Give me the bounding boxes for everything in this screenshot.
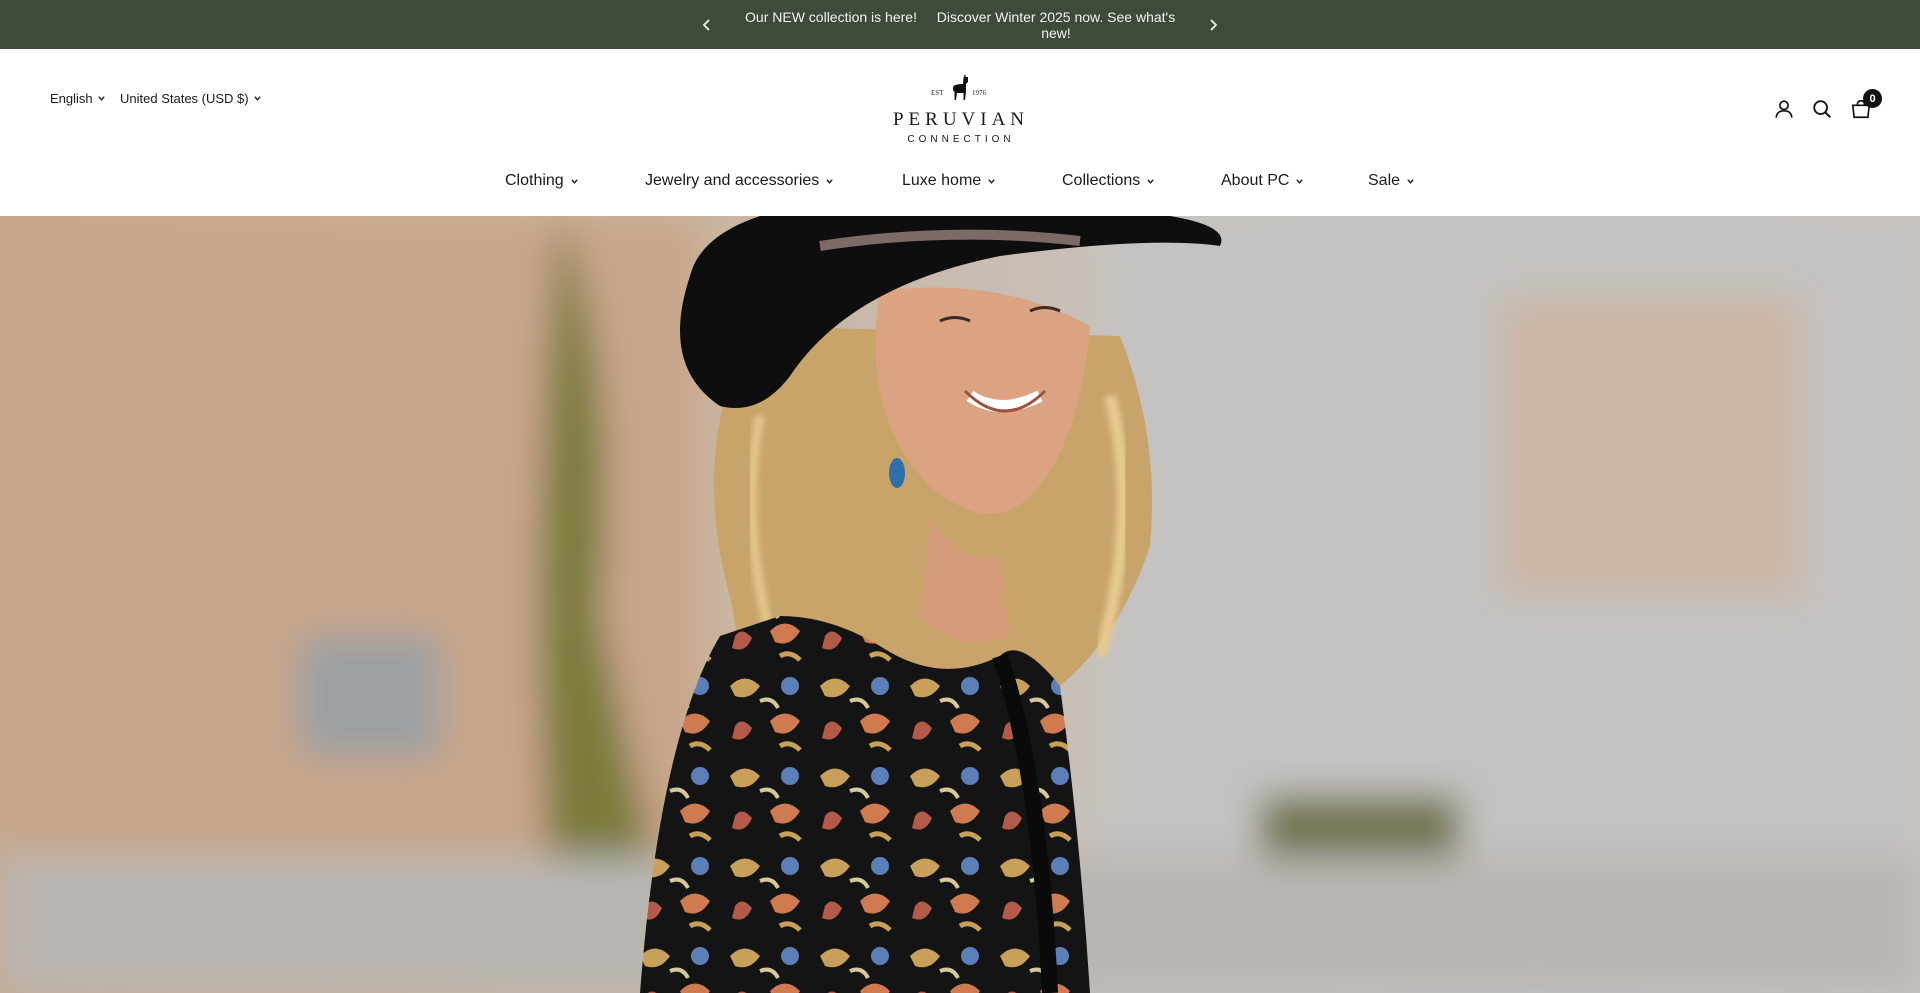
- nav-item-label: About PC: [1221, 172, 1290, 189]
- chevron-down-icon: [1296, 178, 1304, 184]
- announcement-prev-button[interactable]: [694, 12, 720, 38]
- nav-item-label: Sale: [1368, 172, 1401, 189]
- nav-item-sale[interactable]: Sale: [1368, 172, 1415, 190]
- search-icon: [1813, 100, 1831, 118]
- nav-item-label: Clothing: [505, 172, 564, 189]
- nav-item-about-pc[interactable]: About PC: [1221, 172, 1304, 190]
- chevron-left-icon: [702, 19, 710, 31]
- hero-banner[interactable]: [0, 216, 1920, 993]
- chevron-down-icon: [97, 96, 105, 101]
- hero-image: [0, 216, 1920, 993]
- announcement-next-button[interactable]: [1200, 12, 1226, 38]
- account-button[interactable]: [1771, 96, 1797, 122]
- nav-item-label: Luxe home: [902, 172, 982, 189]
- nav-item-label: Collections: [1062, 172, 1141, 189]
- logo-year-label: 1976: [972, 89, 986, 97]
- chevron-down-icon: [570, 178, 578, 184]
- chevron-down-icon: [1407, 178, 1414, 184]
- chevron-down-icon: [988, 178, 995, 184]
- logo-brand-sub: CONNECTION: [907, 134, 1015, 145]
- chevron-down-icon: [1147, 178, 1154, 184]
- announcement-message-1[interactable]: Our NEW collection is here!: [736, 9, 926, 25]
- brand-logo[interactable]: EST 1976 PERUVIAN CONNECTION: [876, 73, 1046, 148]
- chevron-right-icon: [1210, 19, 1218, 31]
- currency-selector[interactable]: United States (USD $): [120, 91, 262, 106]
- cart-count-badge: 0: [1863, 89, 1882, 108]
- announcement-bar: Our NEW collection is here! Discover Win…: [0, 0, 1920, 49]
- nav-item-label: Jewelry and accessories: [645, 172, 820, 189]
- language-label: English: [50, 91, 93, 106]
- nav-item-collections[interactable]: Collections: [1062, 172, 1155, 190]
- announcement-message-2[interactable]: Discover Winter 2025 now. See what's new…: [926, 9, 1186, 41]
- logo-est-label: EST: [931, 89, 944, 97]
- nav-item-jewelry-and-accessories[interactable]: Jewelry and accessories: [645, 172, 834, 190]
- language-selector[interactable]: English: [50, 91, 106, 106]
- currency-label: United States (USD $): [120, 91, 249, 106]
- search-button[interactable]: [1809, 96, 1835, 122]
- nav-item-luxe-home[interactable]: Luxe home: [902, 172, 996, 190]
- main-navigation: Clothing Jewelry and accessories Luxe ho…: [0, 172, 1920, 192]
- llama-icon: [952, 74, 968, 100]
- chevron-down-icon: [253, 96, 261, 101]
- site-header: English United States (USD $) EST 1976 P…: [0, 49, 1920, 216]
- chevron-down-icon: [826, 178, 834, 184]
- nav-item-clothing[interactable]: Clothing: [505, 172, 579, 190]
- account-icon: [1775, 100, 1793, 118]
- logo-brand-name: PERUVIAN: [892, 109, 1030, 130]
